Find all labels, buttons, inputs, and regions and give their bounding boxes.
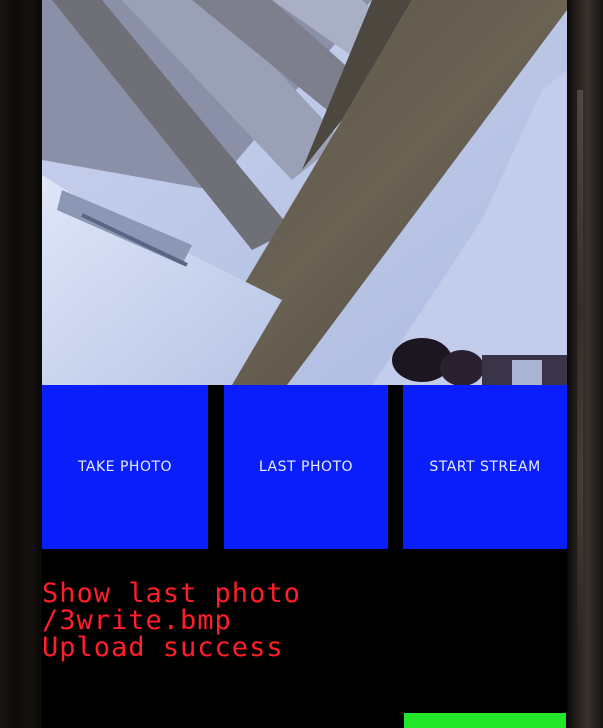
device-bezel-right xyxy=(567,0,603,728)
status-log: Show last photo /3write.bmp Upload succe… xyxy=(42,580,567,661)
camera-preview xyxy=(42,0,567,385)
device-screen: TAKE PHOTO LAST PHOTO START STREAM Show … xyxy=(42,0,567,728)
start-stream-label: START STREAM xyxy=(429,459,541,475)
take-photo-label: TAKE PHOTO xyxy=(77,459,173,475)
last-photo-label: LAST PHOTO xyxy=(258,459,354,475)
take-photo-button[interactable]: TAKE PHOTO xyxy=(42,385,208,549)
status-indicator xyxy=(404,713,566,728)
status-line: Show last photo xyxy=(42,578,301,609)
last-photo-button[interactable]: LAST PHOTO xyxy=(224,385,388,549)
device-bezel-left xyxy=(0,0,42,728)
start-stream-button[interactable]: START STREAM xyxy=(403,385,567,549)
status-line: /3write.bmp xyxy=(42,605,232,636)
status-line: Upload success xyxy=(42,632,284,663)
